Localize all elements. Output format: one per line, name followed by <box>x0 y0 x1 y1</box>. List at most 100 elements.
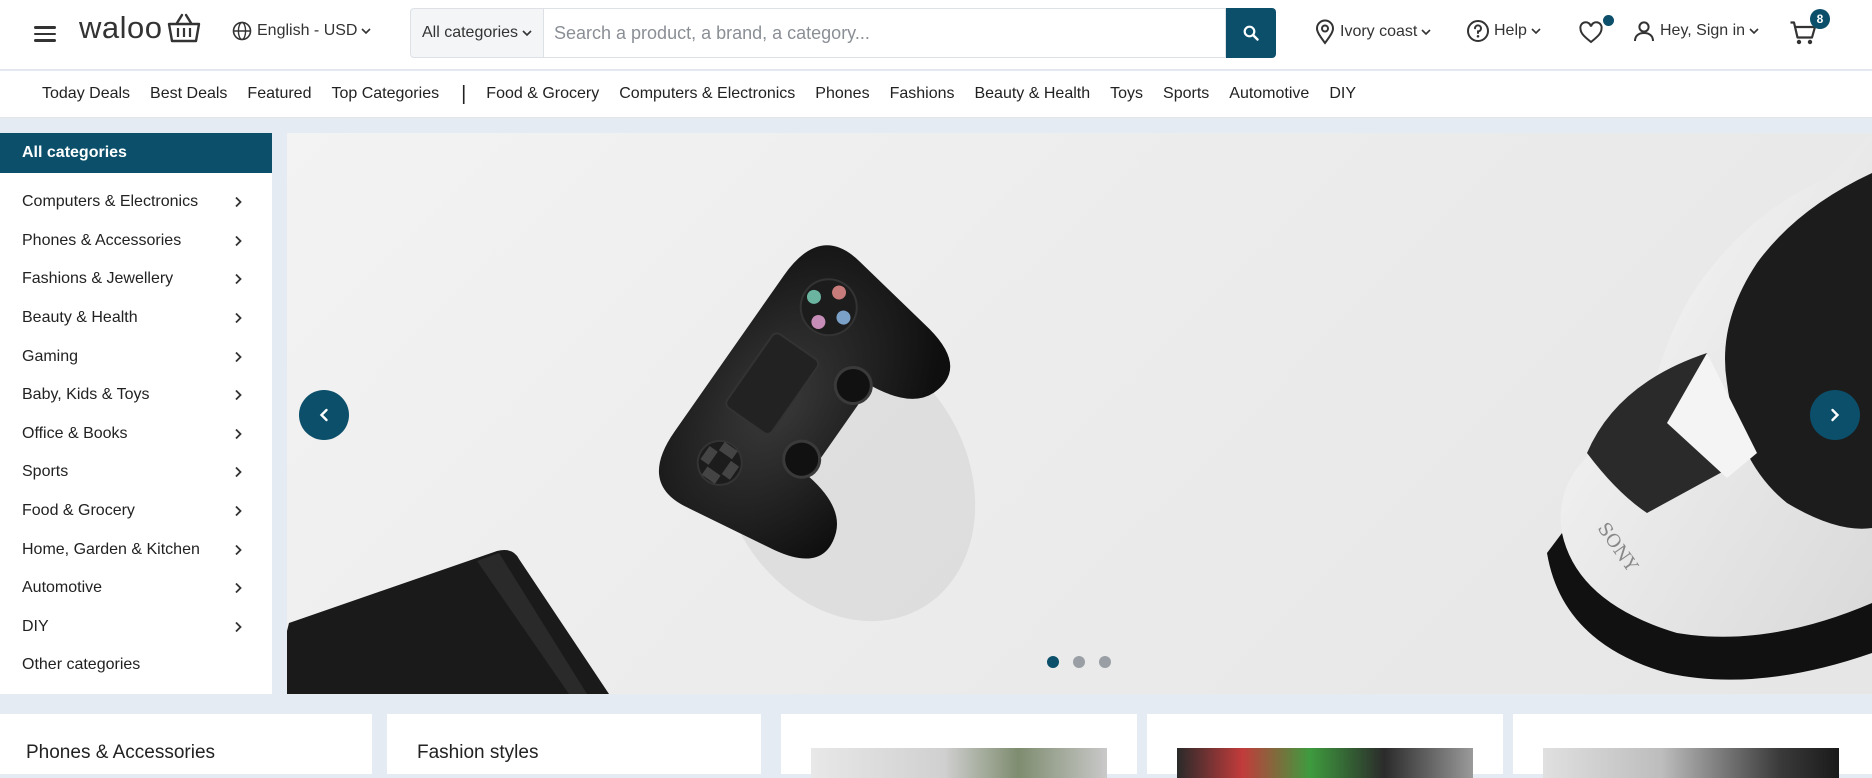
nav-link-today-deals[interactable]: Today Deals <box>42 85 130 103</box>
wishlist-button[interactable] <box>1578 21 1608 45</box>
sidebar-item-label: Beauty & Health <box>22 309 138 327</box>
menu-icon[interactable] <box>34 22 56 44</box>
account-menu[interactable]: Hey, Sign in <box>1632 19 1763 43</box>
chevron-down-icon <box>522 29 532 36</box>
sidebar-item-home-garden-kitchen[interactable]: Home, Garden & Kitchen <box>0 530 272 569</box>
chevron-right-icon <box>235 505 242 517</box>
nav-link-food-grocery[interactable]: Food & Grocery <box>486 85 599 103</box>
nav-separator: | <box>461 82 467 105</box>
chevron-right-icon <box>1831 408 1840 422</box>
search-icon <box>1243 25 1259 41</box>
chevron-right-icon <box>235 235 242 247</box>
sidebar-item-automotive[interactable]: Automotive <box>0 569 272 608</box>
sidebar-item-sports[interactable]: Sports <box>0 453 272 492</box>
product-card[interactable] <box>1147 714 1503 778</box>
carousel-indicators <box>1047 656 1125 668</box>
sidebar-item-fashions-jewellery[interactable]: Fashions & Jewellery <box>0 260 272 299</box>
chevron-right-icon <box>235 390 242 401</box>
nav-link-sports[interactable]: Sports <box>1163 85 1209 103</box>
chevron-right-icon <box>235 351 242 362</box>
nav-link-toys[interactable]: Toys <box>1110 85 1143 103</box>
nav-link-featured[interactable]: Featured <box>247 85 311 103</box>
nav-link-beauty-health[interactable]: Beauty & Health <box>974 85 1090 103</box>
carousel-next-button[interactable] <box>1810 390 1860 440</box>
sidebar-item-gaming[interactable]: Gaming <box>0 337 272 376</box>
sidebar-item-diy[interactable]: DIY <box>0 608 272 647</box>
sidebar-item-label: Sports <box>22 463 69 481</box>
category-card-phones-accessories[interactable]: Phones & Accessories <box>0 714 372 774</box>
hero-carousel: SONY <box>287 133 1872 694</box>
chevron-right-icon <box>235 274 242 285</box>
site-header: waloo English - USD All categories Searc… <box>0 0 1872 70</box>
category-navbar: Today Deals Best Deals Featured Top Cate… <box>0 71 1872 118</box>
sidebar-item-food-grocery[interactable]: Food & Grocery <box>0 492 272 531</box>
location-selector[interactable]: Ivory coast <box>1314 19 1435 45</box>
sidebar-item-label: Baby, Kids & Toys <box>22 386 150 404</box>
chevron-right-icon <box>235 197 242 208</box>
search-category-select[interactable]: All categories <box>410 8 543 58</box>
sidebar-item-label: Phones & Accessories <box>22 231 182 249</box>
chevron-right-icon <box>235 312 242 324</box>
language-selector[interactable]: English - USD <box>232 21 376 41</box>
logo[interactable]: waloo <box>79 10 201 46</box>
product-card[interactable] <box>781 714 1137 778</box>
location-pin-icon <box>1315 19 1335 45</box>
chevron-right-icon <box>235 544 242 555</box>
product-image <box>1177 748 1473 778</box>
product-image <box>811 748 1107 778</box>
nav-link-diy[interactable]: DIY <box>1329 85 1356 103</box>
user-icon <box>1634 21 1654 42</box>
globe-icon <box>232 21 252 41</box>
chevron-right-icon <box>235 583 242 594</box>
sidebar-item-label: Other categories <box>22 656 141 674</box>
nav-link-computers-electronics[interactable]: Computers & Electronics <box>619 85 795 103</box>
sidebar-item-label: Office & Books <box>22 424 128 442</box>
product-image <box>1543 748 1839 778</box>
basket-icon <box>167 13 200 43</box>
sidebar-item-label: Food & Grocery <box>22 502 135 520</box>
nav-link-fashions[interactable]: Fashions <box>890 85 955 103</box>
heart-icon <box>1579 21 1603 44</box>
sidebar-item-label: Home, Garden & Kitchen <box>22 540 200 558</box>
logo-text: waloo <box>79 10 163 45</box>
location-label: Ivory coast <box>1340 23 1418 40</box>
help-menu[interactable]: Help <box>1466 19 1545 43</box>
chevron-down-icon <box>1421 28 1431 35</box>
account-label: Hey, Sign in <box>1660 22 1746 39</box>
nav-link-automotive[interactable]: Automotive <box>1229 85 1309 103</box>
sidebar-item-beauty-health[interactable]: Beauty & Health <box>0 299 272 338</box>
search-category-label: All categories <box>421 24 519 41</box>
help-icon <box>1467 20 1489 42</box>
carousel-dot[interactable] <box>1099 656 1111 668</box>
sidebar-item-label: Fashions & Jewellery <box>22 270 174 288</box>
sidebar-title[interactable]: All categories <box>0 133 272 173</box>
sidebar-item-other-categories[interactable]: Other categories <box>0 646 272 685</box>
sidebar-item-phones-accessories[interactable]: Phones & Accessories <box>0 222 272 261</box>
nav-link-best-deals[interactable]: Best Deals <box>150 85 227 103</box>
sidebar-item-label: Automotive <box>22 579 103 597</box>
sidebar-item-label: Computers & Electronics <box>22 193 199 211</box>
category-sidebar: All categories Computers & Electronics Ph… <box>0 133 272 694</box>
wishlist-badge <box>1603 15 1614 26</box>
card-title: Phones & Accessories <box>26 742 216 763</box>
sidebar-item-office-books[interactable]: Office & Books <box>0 415 272 454</box>
product-card[interactable] <box>1513 714 1872 778</box>
sidebar-item-computers-electronics[interactable]: Computers & Electronics <box>0 183 272 222</box>
chevron-down-icon <box>361 27 372 34</box>
chevron-right-icon <box>235 621 242 632</box>
search-input[interactable] <box>543 8 1226 58</box>
sidebar-item-label: DIY <box>22 617 49 635</box>
nav-link-phones[interactable]: Phones <box>815 85 869 103</box>
carousel-dot[interactable] <box>1047 656 1059 668</box>
language-label: English - USD <box>257 22 358 39</box>
category-card-fashion-styles[interactable]: Fashion styles <box>387 714 761 774</box>
search-button[interactable] <box>1226 8 1276 58</box>
chevron-left-icon <box>319 408 328 422</box>
help-label: Help <box>1494 22 1527 39</box>
carousel-dot[interactable] <box>1073 656 1085 668</box>
chevron-right-icon <box>235 428 242 439</box>
nav-link-top-categories[interactable]: Top Categories <box>331 85 439 103</box>
hero-image: SONY <box>287 133 1872 694</box>
carousel-prev-button[interactable] <box>299 390 349 440</box>
sidebar-item-baby-kids-toys[interactable]: Baby, Kids & Toys <box>0 376 272 415</box>
